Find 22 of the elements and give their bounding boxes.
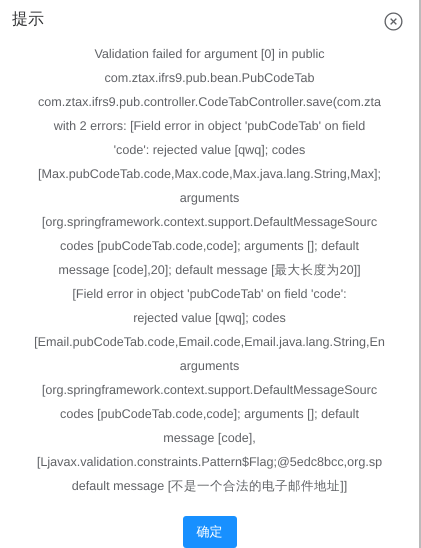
confirm-button[interactable]: 确定 bbox=[182, 516, 236, 548]
message-line: [Ljavax.validation.constraints.Pattern$Flag;@5edc8bcc,org.sp bbox=[36, 454, 382, 471]
message-line: [Max.pubCodeTab.code,Max.code,Max.java.lang.String,Max]; bbox=[38, 166, 381, 183]
message-line: com.ztax.ifrs9.pub.bean.PubCodeTab bbox=[104, 70, 315, 87]
message-line: Validation failed for argument [0] in public bbox=[94, 46, 325, 63]
close-icon[interactable] bbox=[384, 12, 403, 31]
message-line: message [code], bbox=[163, 430, 256, 447]
message-line: codes [pubCodeTab.code,code]; arguments []; default bbox=[60, 406, 359, 423]
message-line: rejected value [qwq]; codes bbox=[133, 310, 286, 327]
message-line: [Field error in object 'pubCodeTab' on field 'code': bbox=[72, 286, 347, 303]
message-line: [org.springframework.context.support.DefaultMessageSourc bbox=[42, 214, 378, 231]
message-line: message [code],20]; default message [最大长度为20]] bbox=[58, 262, 361, 279]
dialog-title: 提示 bbox=[12, 10, 44, 30]
message-line: com.ztax.ifrs9.pub.controller.CodeTabController.save(com.zta bbox=[38, 94, 381, 111]
message-line: arguments bbox=[180, 190, 240, 207]
message-line: [org.springframework.context.support.DefaultMessageSourc bbox=[42, 382, 378, 399]
message-line: [Email.pubCodeTab.code,Email.code,Email.java.lang.String,En bbox=[34, 334, 385, 351]
message-line: codes [pubCodeTab.code,code]; arguments []; default bbox=[60, 238, 359, 255]
message-line: 'code': rejected value [qwq]; codes bbox=[114, 142, 306, 159]
message-line: arguments bbox=[180, 358, 240, 375]
message-line: default message [不是一个合法的电子邮件地址]] bbox=[72, 478, 348, 495]
message-line: with 2 errors: [Field error in object 'pubCodeTab' on field bbox=[54, 118, 366, 135]
